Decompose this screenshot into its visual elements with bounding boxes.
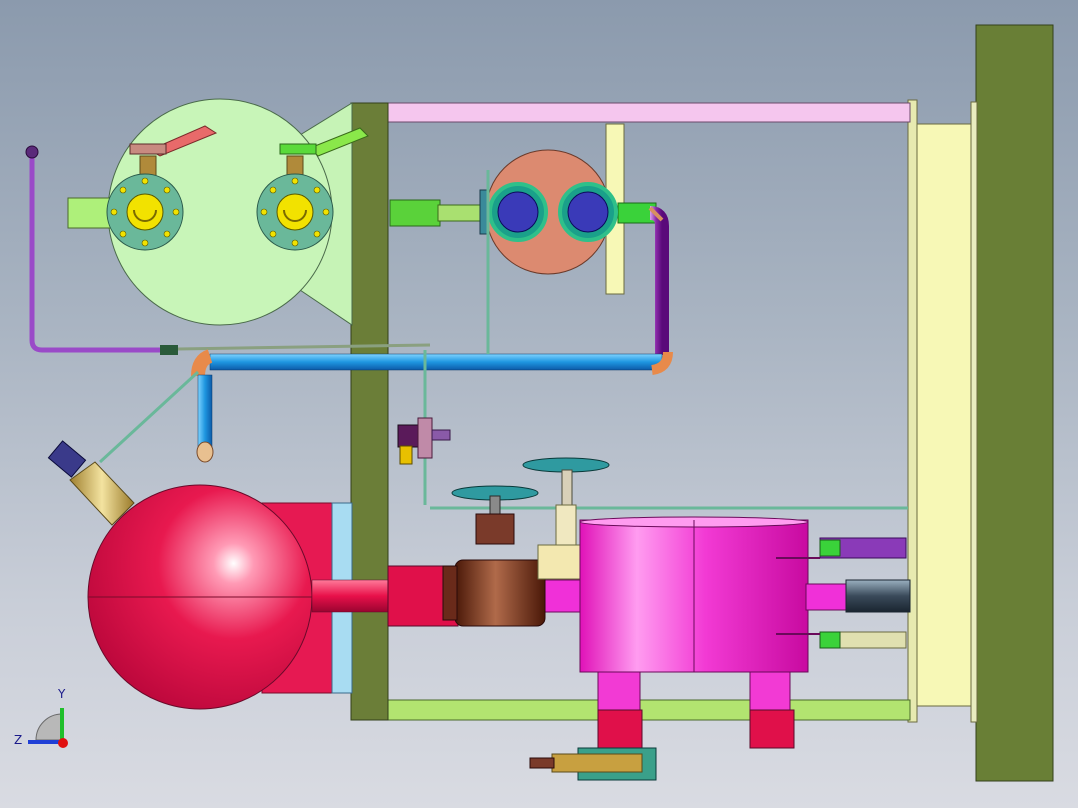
solenoid-valve[interactable] bbox=[397, 417, 451, 465]
cad-viewport[interactable]: Y Z bbox=[0, 0, 1078, 808]
y-axis-label: Y bbox=[57, 687, 66, 701]
x-axis-dot-icon bbox=[58, 738, 68, 748]
axis-triad: Y Z bbox=[14, 687, 68, 748]
z-axis-label: Z bbox=[14, 733, 22, 747]
discharge-pipe[interactable] bbox=[648, 206, 669, 355]
condenser-plate[interactable] bbox=[907, 24, 1054, 782]
model-canvas[interactable]: Y Z bbox=[0, 0, 1078, 808]
drain-valve[interactable] bbox=[529, 747, 657, 781]
